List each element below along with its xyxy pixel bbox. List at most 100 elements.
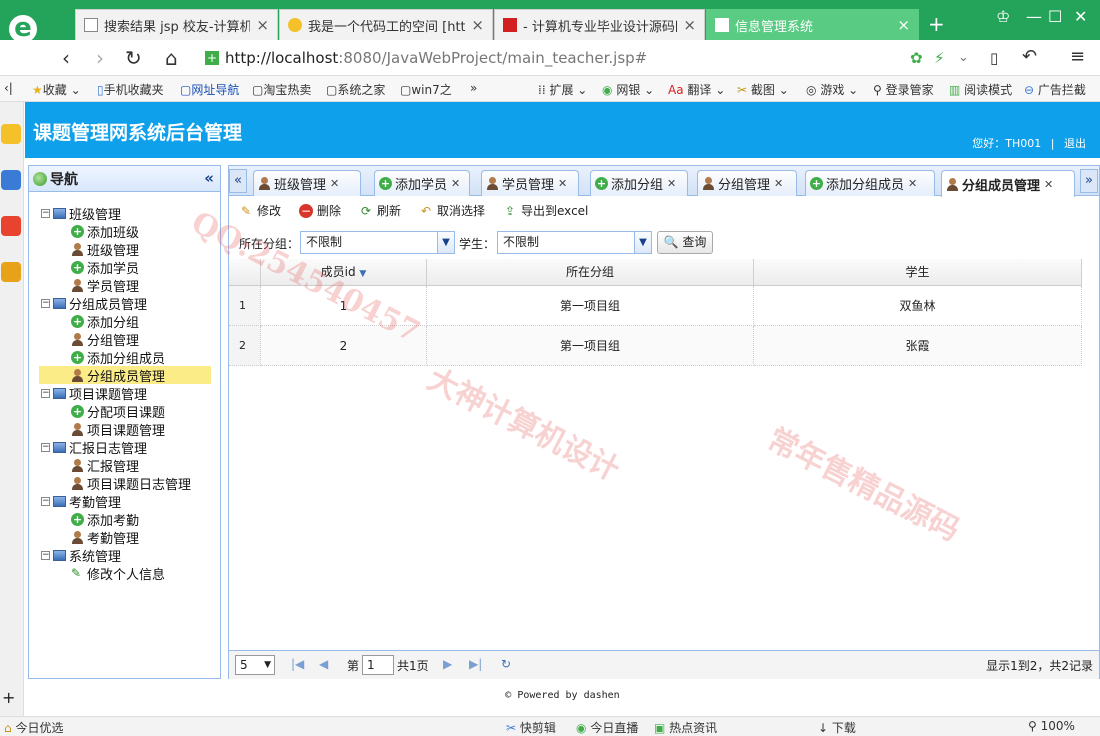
forward-button[interactable]: › <box>96 46 104 70</box>
nav-item-add-student[interactable]: + 添加学员 <box>71 258 139 277</box>
nav-item-report-manage[interactable]: 汇报管理 <box>71 456 139 475</box>
mail-icon[interactable] <box>1 262 21 282</box>
nav-item-student-manage[interactable]: 学员管理 <box>71 276 139 295</box>
status-clip[interactable]: ✂ 快剪辑 <box>506 719 556 736</box>
chevron-down-icon[interactable]: ▼ <box>634 232 651 253</box>
bolt-icon[interactable]: ⚡ <box>934 49 945 67</box>
collapse-icon[interactable]: − <box>41 442 50 452</box>
close-tab-icon[interactable]: × <box>256 16 269 34</box>
student-filter-select[interactable]: 不限制 ▼ <box>497 231 652 254</box>
nav-group-attendance[interactable]: − 考勤管理 <box>41 492 121 511</box>
nav-group-project[interactable]: − 项目课题管理 <box>41 384 147 403</box>
close-tab-icon[interactable]: × <box>897 16 910 34</box>
menu-icon[interactable]: ≡ <box>1070 46 1085 67</box>
panel-tab-add-student[interactable]: + 添加学员 ✕ <box>374 170 470 196</box>
nav-item-add-class[interactable]: + 添加班级 <box>71 222 139 241</box>
next-page-icon[interactable]: ▶ <box>443 657 452 671</box>
nav-item-add-group[interactable]: + 添加分组 <box>71 312 139 331</box>
skin-icon[interactable]: ♔ <box>996 7 1010 26</box>
collapse-icon[interactable]: − <box>41 496 50 506</box>
nav-group-class[interactable]: − 班级管理 <box>41 204 121 223</box>
nav-item-add-member[interactable]: + 添加分组成员 <box>71 348 165 367</box>
nav-item-project-log[interactable]: 项目课题日志管理 <box>71 474 191 493</box>
scroll-right-icon[interactable]: » <box>1080 169 1098 193</box>
close-tab-icon[interactable]: ✕ <box>558 177 567 190</box>
close-tab-icon[interactable]: ✕ <box>667 177 676 190</box>
bookmark-system[interactable]: ▢系统之家 <box>326 81 385 98</box>
bookmark-win7[interactable]: ▢win7之 <box>400 81 452 98</box>
reload-button[interactable]: ↻ <box>125 46 142 70</box>
grid-header-group[interactable]: 所在分组 <box>427 259 754 286</box>
chevron-down-icon[interactable]: ▼ <box>437 232 454 253</box>
nav-group-member[interactable]: − 分组成员管理 <box>41 294 147 313</box>
unselect-button[interactable]: ↶ 取消选择 <box>419 202 485 219</box>
ext-reader[interactable]: ▥ 阅读模式 <box>949 81 1012 98</box>
table-cell-id[interactable]: 2 <box>261 326 427 366</box>
collapse-icon[interactable]: − <box>41 388 50 398</box>
nav-item-project-manage[interactable]: 项目课题管理 <box>71 420 165 439</box>
status-deals[interactable]: ⌂ 今日优选 <box>4 719 63 736</box>
close-tab-icon[interactable]: ✕ <box>908 177 917 190</box>
table-cell-student[interactable]: 双鱼林 <box>754 286 1082 326</box>
bookmark-taobao[interactable]: ▢淘宝热卖 <box>252 81 311 98</box>
table-cell-id[interactable]: 1 <box>261 286 427 326</box>
browser-tab-source[interactable]: - 计算机专业毕业设计源码网 × <box>494 9 705 40</box>
collapse-nav-button[interactable]: « <box>204 169 214 187</box>
grid-header-student[interactable]: 学生 <box>754 259 1082 286</box>
collapse-icon[interactable]: − <box>41 208 50 218</box>
browser-tab-search[interactable]: 搜索结果 jsp 校友-计算机毕…× <box>75 9 278 40</box>
sidebar-toggle-icon[interactable]: ‹| <box>4 81 13 95</box>
panel-tab-member-manage[interactable]: 分组成员管理 ✕ <box>941 170 1075 197</box>
group-filter-select[interactable]: 不限制 ▼ <box>300 231 455 254</box>
nav-group-system[interactable]: − 系统管理 <box>41 546 121 565</box>
nav-item-edit-profile[interactable]: ✎ 修改个人信息 <box>71 564 165 583</box>
ext-screenshot[interactable]: ✂ 截图 ⌄ <box>737 81 789 98</box>
panel-tab-student-manage[interactable]: 学员管理 ✕ <box>481 170 579 196</box>
undo-icon[interactable]: ↶ <box>1022 46 1037 67</box>
bookmark-more[interactable]: » <box>470 81 477 95</box>
bookmark-nav[interactable]: ▢网址导航 <box>180 81 239 98</box>
nav-item-attendance-manage[interactable]: 考勤管理 <box>71 528 139 547</box>
panel-tab-class-manage[interactable]: 班级管理 ✕ <box>253 170 361 196</box>
star-icon[interactable] <box>1 124 21 144</box>
zoom-level[interactable]: ⚲ 100% <box>1028 719 1075 733</box>
browser-tab-active[interactable]: 信息管理系统 × <box>706 9 919 40</box>
close-tab-icon[interactable]: ✕ <box>1044 178 1053 191</box>
bookmark-favorites[interactable]: ★收藏 ⌄ <box>32 81 81 98</box>
panel-tab-group-manage[interactable]: 分组管理 ✕ <box>697 170 797 196</box>
minimize-button[interactable]: — <box>1026 7 1042 26</box>
ext-games[interactable]: ◎ 游戏 ⌄ <box>806 81 858 98</box>
back-button[interactable]: ‹ <box>62 46 70 70</box>
status-download[interactable]: ↓ 下载 <box>818 719 856 736</box>
last-page-icon[interactable]: ▶| <box>469 657 482 671</box>
status-live[interactable]: ◉ 今日直播 <box>576 719 638 736</box>
ext-translate[interactable]: Aa 翻译 ⌄ <box>668 81 725 98</box>
close-tab-icon[interactable]: ✕ <box>451 177 460 190</box>
dropdown-icon[interactable]: ⌄ <box>958 50 969 65</box>
nav-item-group-manage[interactable]: 分组管理 <box>71 330 139 349</box>
list-icon[interactable] <box>1 170 21 190</box>
logout-link[interactable]: 退出 <box>1064 137 1086 150</box>
close-tab-icon[interactable]: × <box>471 16 484 34</box>
refresh-button[interactable]: ⟳ 刷新 <box>359 202 401 219</box>
engine-icon[interactable]: ✿ <box>910 49 923 67</box>
new-tab-button[interactable]: + <box>928 12 945 36</box>
nav-item-add-attendance[interactable]: + 添加考勤 <box>71 510 139 529</box>
edit-button[interactable]: ✎ 修改 <box>239 202 281 219</box>
nav-item-assign-project[interactable]: + 分配项目课题 <box>71 402 165 421</box>
export-excel-button[interactable]: ⇪ 导出到excel <box>503 202 588 219</box>
home-icon[interactable]: ⌂ <box>165 46 178 70</box>
nav-item-member-manage[interactable]: 分组成员管理 <box>39 366 211 385</box>
mobile-icon[interactable]: ▯ <box>990 49 998 67</box>
browser-tab-space[interactable]: 我是一个代码工的空间 [http…× <box>279 9 493 40</box>
scroll-left-icon[interactable]: « <box>229 169 247 193</box>
collapse-icon[interactable]: − <box>41 550 50 560</box>
close-tab-icon[interactable]: ✕ <box>774 177 783 190</box>
maximize-button[interactable]: ☐ <box>1048 7 1062 26</box>
ext-login[interactable]: ⚲ 登录管家 <box>873 81 934 98</box>
close-window-button[interactable]: ✕ <box>1074 7 1087 26</box>
search-button[interactable]: 🔍 查询 <box>657 231 713 254</box>
ext-adblock[interactable]: ⊖ 广告拦截 <box>1024 81 1086 98</box>
table-cell-group[interactable]: 第一项目组 <box>427 286 754 326</box>
prev-page-icon[interactable]: ◀ <box>319 657 328 671</box>
